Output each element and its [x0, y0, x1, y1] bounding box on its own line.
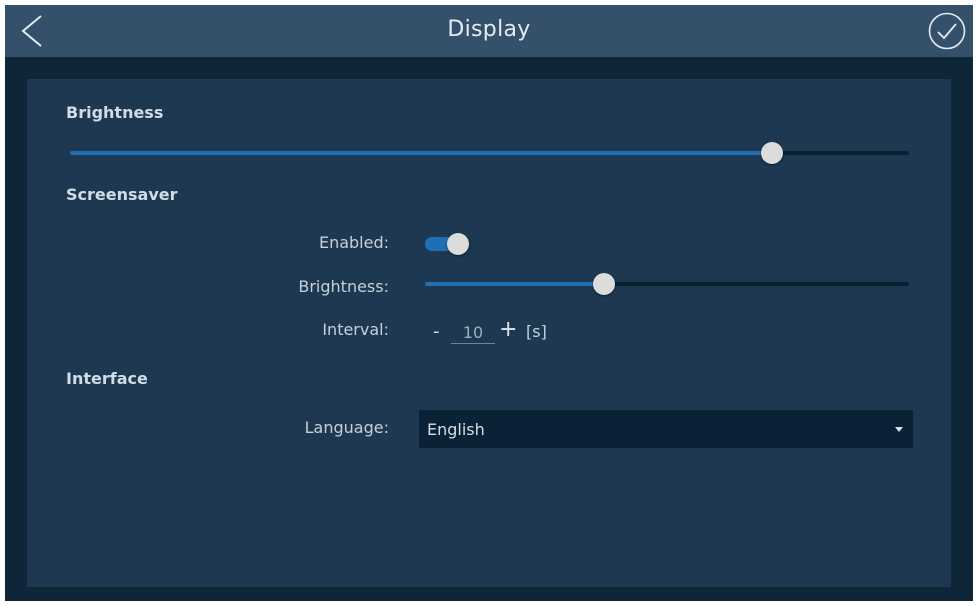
caret-down-icon — [895, 427, 903, 432]
screensaver-heading: Screensaver — [66, 185, 178, 204]
interval-input[interactable] — [451, 321, 495, 344]
screensaver-brightness-label: Brightness: — [298, 277, 389, 296]
top-bar: Display — [5, 5, 973, 57]
interval-increment-button[interactable]: + — [499, 317, 517, 342]
interval-decrement-button[interactable]: - — [433, 321, 440, 342]
brightness-slider-thumb[interactable] — [761, 142, 784, 164]
confirm-button[interactable] — [927, 11, 967, 51]
screensaver-brightness-slider[interactable] — [425, 273, 909, 295]
language-label: Language: — [304, 418, 389, 437]
page-title: Display — [447, 17, 531, 42]
interface-heading: Interface — [66, 369, 148, 388]
screensaver-enabled-toggle[interactable] — [425, 233, 471, 255]
brightness-slider[interactable] — [70, 142, 909, 164]
screensaver-brightness-thumb[interactable] — [593, 273, 616, 295]
brightness-slider-fill — [70, 151, 773, 155]
language-selected-value: English — [427, 420, 485, 439]
screensaver-brightness-fill — [425, 282, 605, 286]
interval-label: Interval: — [322, 320, 389, 339]
interval-unit: [s] — [526, 322, 547, 341]
app-window: Display Brightness Screensaver Enabled: … — [5, 5, 973, 601]
check-circle-icon — [928, 12, 966, 50]
settings-panel: Brightness Screensaver Enabled: Brightne… — [27, 79, 951, 587]
toggle-knob — [447, 233, 469, 255]
brightness-heading: Brightness — [66, 103, 164, 122]
language-select[interactable]: English — [419, 410, 913, 448]
enabled-label: Enabled: — [318, 233, 389, 252]
